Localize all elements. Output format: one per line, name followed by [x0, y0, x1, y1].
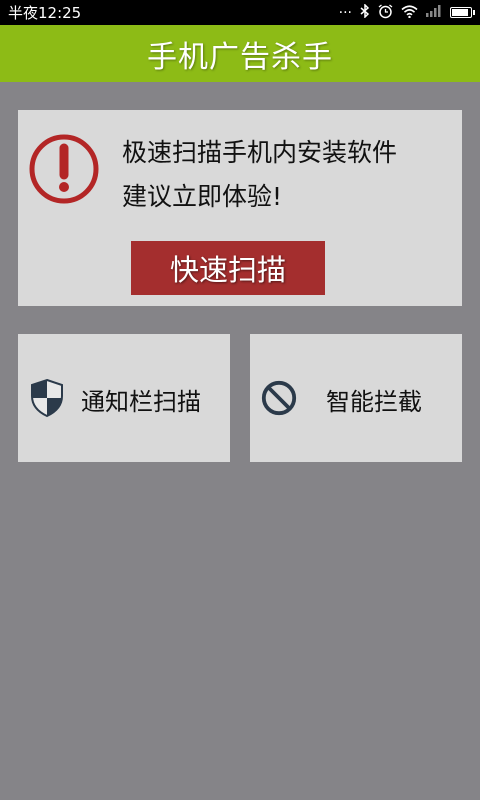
- app-title-bar: 手机广告杀手: [0, 25, 480, 82]
- alarm-icon: [378, 3, 393, 22]
- scan-description-line2: 建议立即体验!: [122, 182, 283, 211]
- battery-icon: [450, 7, 475, 18]
- bluetooth-icon: [360, 3, 370, 21]
- wifi-icon: [401, 4, 418, 21]
- block-icon: [261, 380, 297, 416]
- smart-block-tile[interactable]: 智能拦截: [250, 334, 462, 462]
- quick-scan-button[interactable]: 快速扫描: [131, 241, 325, 295]
- smart-block-label: 智能拦截: [326, 388, 422, 416]
- notification-scan-tile[interactable]: 通知栏扫描: [18, 334, 230, 462]
- warning-icon: [29, 134, 99, 204]
- scan-description: 极速扫描手机内安装软件 建议立即体验!: [122, 131, 462, 219]
- status-icons: ···: [338, 3, 475, 22]
- signal-icon: [426, 5, 442, 20]
- page-title: 手机广告杀手: [147, 39, 333, 75]
- status-bar: 半夜12:25 ···: [0, 0, 480, 25]
- scan-description-line1: 极速扫描手机内安装软件: [122, 138, 398, 167]
- notification-scan-label: 通知栏扫描: [81, 388, 201, 416]
- status-time: 半夜12:25: [8, 4, 82, 22]
- shield-icon: [31, 378, 63, 418]
- more-dots-icon: ···: [338, 4, 352, 21]
